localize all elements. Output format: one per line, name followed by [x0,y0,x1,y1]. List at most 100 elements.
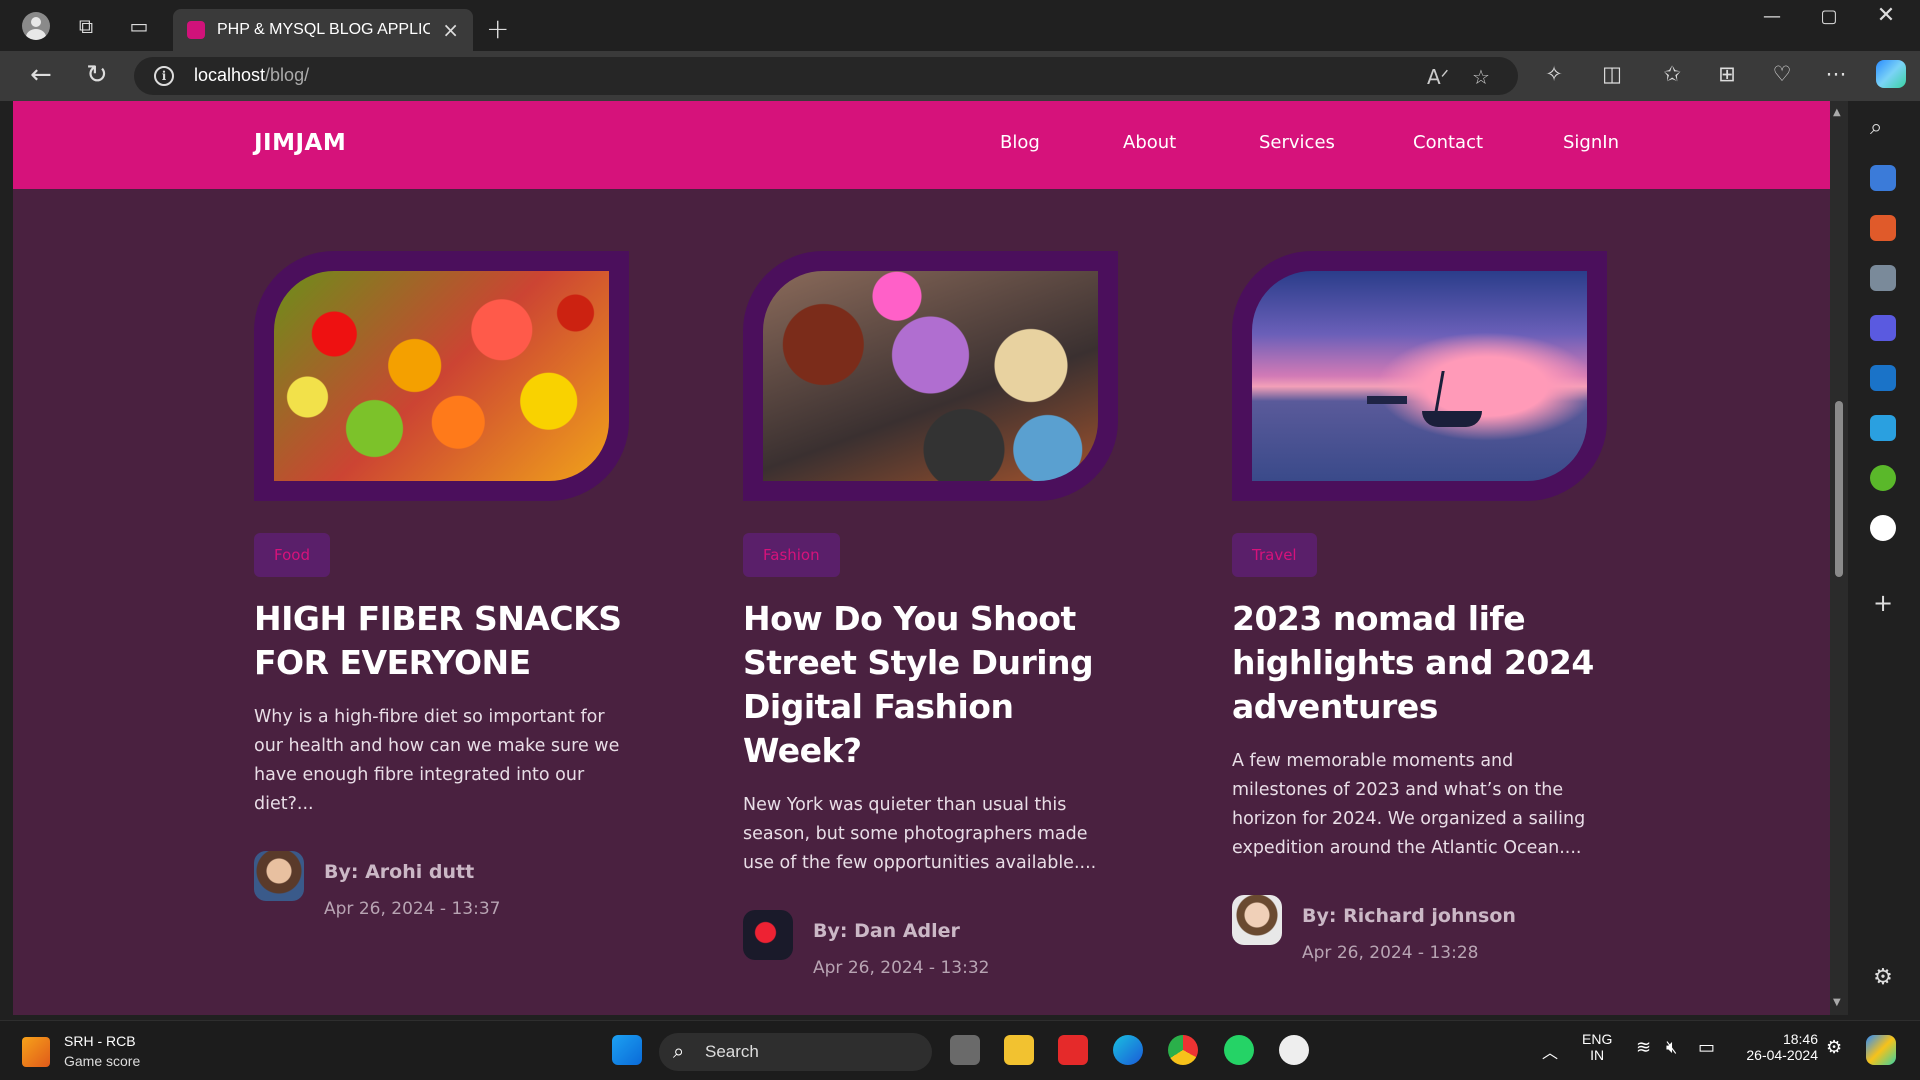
post-thumbnail-travel[interactable] [1252,271,1587,481]
tab-favicon-icon [187,21,205,39]
maximize-icon[interactable]: ▢ [1809,6,1849,27]
widget-title: SRH - RCB [64,1033,136,1049]
site-info-icon[interactable]: i [154,66,174,86]
telegram-icon[interactable] [1870,415,1896,441]
nav-link-blog[interactable]: Blog [1000,132,1040,153]
post-card: Fashion How Do You Shoot Street Style Du… [743,251,1123,980]
read-aloud-icon[interactable]: Aᐟ [1427,65,1449,89]
nav-link-signin[interactable]: SignIn [1563,132,1619,153]
youtube-icon[interactable] [1058,1035,1088,1065]
split-screen-icon[interactable]: ◫ [1597,62,1627,86]
tab-close-icon[interactable]: × [442,18,459,42]
shopping-tag-icon[interactable] [1870,165,1896,191]
github-icon[interactable] [1870,515,1896,541]
chrome-icon[interactable] [1168,1035,1198,1065]
taskbar-search[interactable]: ⌕ Search [659,1033,932,1071]
extensions-icon[interactable]: ✧ [1539,62,1569,86]
post-thumbnail-fashion[interactable] [763,271,1098,481]
region-code: IN [1590,1047,1605,1063]
post-thumbnail-frame[interactable] [1232,251,1607,501]
notifications-icon[interactable]: ⚙ [1826,1037,1842,1058]
favorites-icon[interactable]: ✩ [1657,62,1687,86]
wifi-icon[interactable]: ≋ [1636,1037,1651,1058]
author-name: By: Arohi dutt [324,861,475,883]
edge-icon[interactable] [1113,1035,1143,1065]
collections-icon[interactable]: ⊞ [1712,62,1742,86]
post-author: By: Richard johnson Apr 26, 2024 - 13:28 [1232,895,1612,965]
clock-date: 26-04-2024 [1746,1047,1818,1063]
site-navbar: JIMJAM Blog About Services Contact SignI… [13,101,1843,189]
add-sidebar-icon[interactable]: + [1870,589,1896,617]
windows-taskbar: SRH - RCB Game score ⌕ Search ︿ ENG IN ≋… [0,1020,1920,1080]
page-viewport: JIMJAM Blog About Services Contact SignI… [13,101,1843,1015]
tray-overflow-icon[interactable]: ︿ [1542,1039,1558,1063]
post-title[interactable]: 2023 nomad life highlights and 2024 adve… [1232,597,1612,729]
github-desktop-icon[interactable] [1279,1035,1309,1065]
tab-actions-icon[interactable]: ▭ [125,12,153,40]
copilot-app-icon[interactable] [1870,315,1896,341]
author-name: By: Dan Adler [813,920,960,942]
post-card: Food HIGH FIBER SNACKS FOR EVERYONE Why … [254,251,634,921]
back-icon[interactable]: ← [30,62,52,88]
post-category[interactable]: Food [254,533,330,577]
start-menu-icon[interactable] [612,1035,642,1065]
sidebar-settings-icon[interactable]: ⚙ [1870,965,1896,991]
page-scrollbar[interactable]: ▲ ▼ [1830,101,1848,1015]
boat-mast-shape [1434,371,1445,413]
post-title[interactable]: HIGH FIBER SNACKS FOR EVERYONE [254,597,634,685]
nav-link-services[interactable]: Services [1259,132,1335,153]
volume-muted-icon[interactable]: 🔇︎ [1666,1037,1677,1058]
outlook-icon[interactable] [1870,365,1896,391]
task-view-icon[interactable] [950,1035,980,1065]
close-window-icon[interactable]: ✕ [1866,3,1906,28]
file-explorer-icon[interactable] [1004,1035,1034,1065]
scroll-up-icon[interactable]: ▲ [1833,107,1841,118]
favorite-star-icon[interactable]: ☆ [1472,65,1490,89]
copilot-taskbar-icon[interactable] [1866,1035,1896,1065]
browser-essentials-icon[interactable]: ♡ [1767,62,1797,86]
post-excerpt: New York was quieter than usual this sea… [743,795,1097,873]
whatsapp-icon[interactable] [1224,1035,1254,1065]
url-text[interactable]: localhost/blog/ [194,65,309,86]
profile-avatar-icon[interactable] [22,12,50,40]
games-icon[interactable] [1870,265,1896,291]
more-menu-icon[interactable]: ⋯ [1821,62,1851,86]
language-indicator[interactable]: ENG IN [1582,1031,1612,1063]
search-icon: ⌕ [673,1039,685,1063]
minimize-icon[interactable]: — [1752,6,1792,27]
site-logo[interactable]: JIMJAM [254,130,346,156]
post-title[interactable]: How Do You Shoot Street Style During Dig… [743,597,1123,773]
tree-icon[interactable] [1870,465,1896,491]
author-avatar [1232,895,1282,945]
edge-sidebar: ⌕ + ⚙ [1848,101,1920,1015]
refresh-icon[interactable]: ↻ [86,62,108,88]
workspaces-icon[interactable]: ⧉ [72,12,100,40]
browser-toolbar: ← ↻ i localhost/blog/ Aᐟ ☆ [0,51,1920,101]
post-category[interactable]: Fashion [743,533,840,577]
post-author: By: Dan Adler Apr 26, 2024 - 13:32 [743,910,1123,980]
boat-shape [1422,411,1482,427]
scroll-thumb[interactable] [1835,401,1843,577]
copilot-icon[interactable] [1876,60,1906,88]
post-thumbnail-frame[interactable] [743,251,1118,501]
address-bar[interactable]: i localhost/blog/ Aᐟ ☆ [134,57,1518,95]
language-code: ENG [1582,1031,1613,1047]
author-avatar [254,851,304,901]
browser-tab-bar: ⧉ ▭ PHP & MYSQL BLOG APPLICATIO × + — ▢ … [0,0,1920,51]
post-category[interactable]: Travel [1232,533,1317,577]
scroll-down-icon[interactable]: ▼ [1833,997,1841,1008]
tab-active[interactable]: PHP & MYSQL BLOG APPLICATIO × [173,9,473,51]
tools-briefcase-icon[interactable] [1870,215,1896,241]
post-date: Apr 26, 2024 - 13:37 [324,899,501,919]
post-card: Travel 2023 nomad life highlights and 20… [1232,251,1612,965]
post-author: By: Arohi dutt Apr 26, 2024 - 13:37 [254,851,634,921]
new-tab-icon[interactable]: + [486,15,509,43]
post-thumbnail-food[interactable] [274,271,609,481]
tab-title: PHP & MYSQL BLOG APPLICATIO [217,21,431,38]
nav-link-contact[interactable]: Contact [1413,132,1483,153]
nav-link-about[interactable]: About [1123,132,1176,153]
search-icon[interactable]: ⌕ [1870,115,1896,141]
post-thumbnail-frame[interactable] [254,251,629,501]
battery-icon[interactable]: ▭ [1698,1037,1715,1058]
clock[interactable]: 18:46 26-04-2024 [1738,1031,1818,1063]
